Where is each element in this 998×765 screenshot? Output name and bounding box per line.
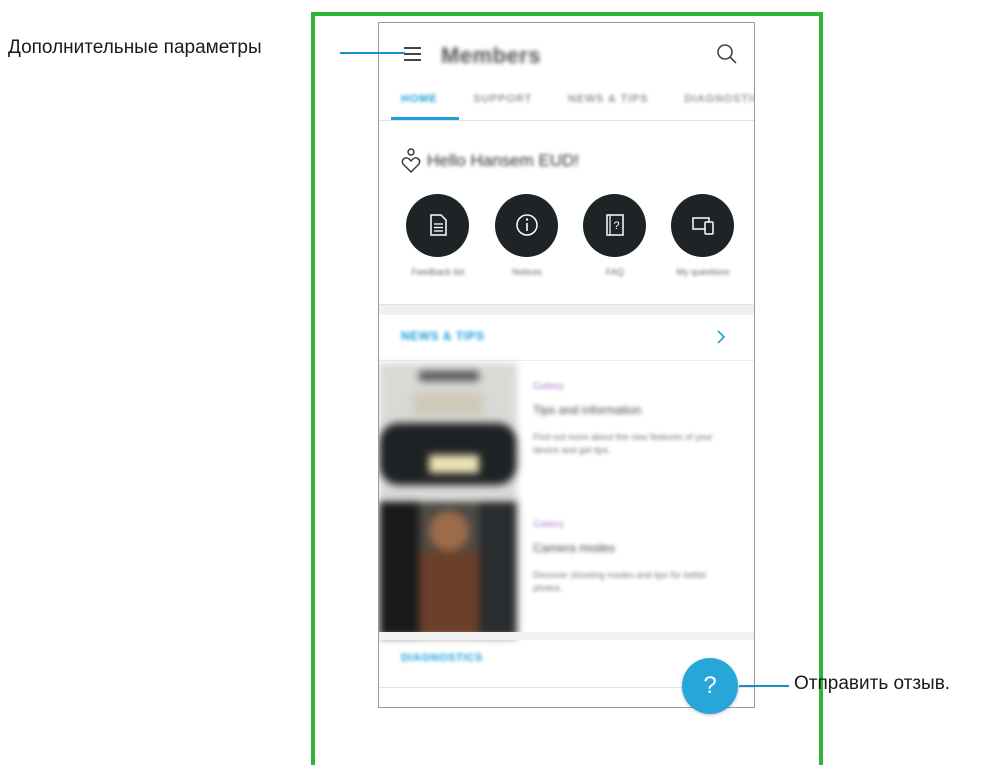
svg-text:?: ?	[613, 220, 619, 232]
document-icon	[430, 214, 447, 236]
quick-action-label: Feedback list	[411, 267, 465, 277]
news-description: Discover shooting modes and tips for bet…	[533, 570, 707, 593]
quick-action-label: FAQ	[605, 267, 624, 277]
news-headline: Camera modes	[533, 541, 616, 555]
chevron-right-icon[interactable]	[714, 327, 728, 347]
tab-support[interactable]: SUPPORT	[473, 85, 532, 113]
news-description: Find out more about the new features of …	[533, 432, 713, 455]
info-icon	[516, 214, 538, 236]
news-tag: Galaxy	[533, 381, 565, 392]
members-logo-icon	[401, 148, 421, 173]
callout-more-options: Дополнительные параметры	[8, 37, 262, 58]
search-button[interactable]	[712, 39, 742, 69]
quick-action-faq[interactable]: ?	[583, 194, 646, 257]
menu-icon-bar	[404, 53, 421, 55]
greeting-text: Hello Hansem EUD!	[427, 151, 580, 170]
news-section-header[interactable]: NEWS & TIPS	[379, 315, 754, 361]
news-headline: Tips and information	[533, 403, 642, 417]
quick-action-label: My questions	[676, 267, 730, 277]
news-item[interactable]: Galaxy Tips and information Find out mor…	[379, 363, 754, 499]
callout-line-more-options	[340, 52, 405, 54]
callout-send-feedback: Отправить отзыв.	[794, 673, 951, 694]
section-divider	[379, 304, 754, 315]
news-tag: Galaxy	[533, 519, 565, 530]
menu-button[interactable]	[401, 43, 425, 65]
send-feedback-button[interactable]: ?	[682, 658, 738, 714]
devices-icon	[692, 217, 714, 235]
callout-line-send-feedback	[739, 685, 789, 687]
tab-news-tips[interactable]: NEWS & TIPS	[568, 85, 648, 113]
news-thumbnail	[379, 501, 517, 637]
app-title: Members	[441, 43, 542, 68]
news-section-title: NEWS & TIPS	[401, 329, 485, 343]
phone-screen: Members HOME SUPPORT NEWS & TIPS DIAGNOSTIC…	[378, 22, 755, 708]
menu-icon-bar	[404, 59, 421, 61]
faq-icon: ?	[606, 214, 624, 236]
diagnostics-title: DIAGNOSTICS	[401, 652, 483, 664]
quick-action-feedback[interactable]	[406, 194, 469, 257]
search-icon	[717, 44, 737, 64]
menu-icon-bar	[404, 47, 421, 49]
tab-home[interactable]: HOME	[401, 85, 437, 113]
news-item[interactable]: Galaxy Camera modes Discover shooting mo…	[379, 501, 754, 637]
quick-action-my-questions[interactable]	[671, 194, 734, 257]
app-bar: Members	[379, 23, 754, 85]
quick-action-notices[interactable]	[495, 194, 558, 257]
quick-action-label: Notices	[511, 267, 542, 277]
news-thumbnail	[379, 363, 517, 499]
tab-divider	[379, 120, 754, 121]
tab-diagnostics[interactable]: DIAGNOSTICS	[684, 85, 754, 113]
tab-bar: HOME SUPPORT NEWS & TIPS DIAGNOSTICS	[379, 85, 754, 121]
